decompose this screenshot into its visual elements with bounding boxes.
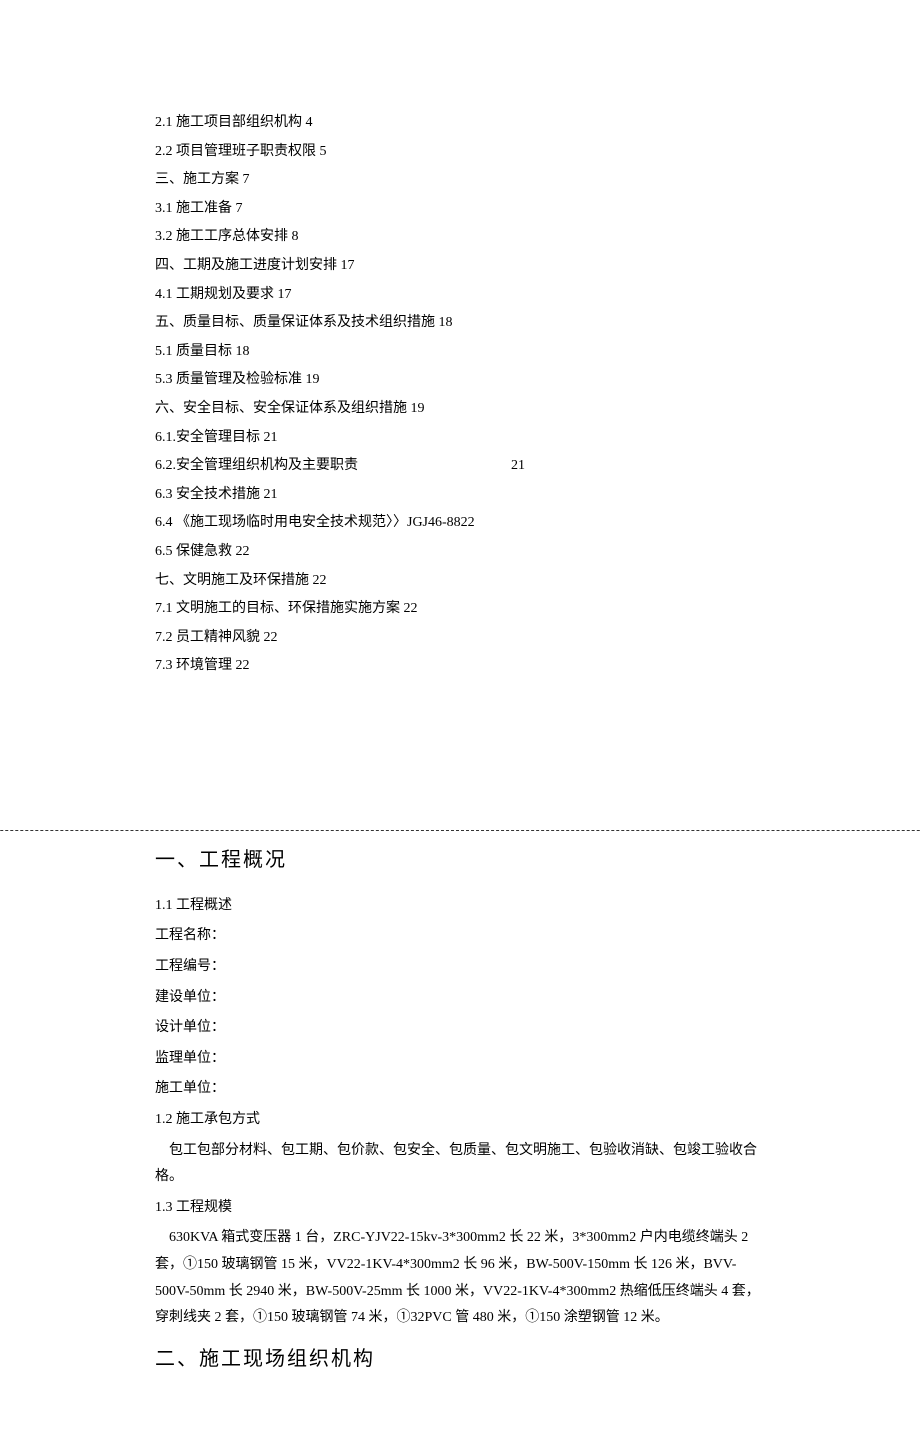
- field-project-number: 工程编号：: [155, 954, 765, 981]
- field-construction-unit: 建设单位：: [155, 985, 765, 1012]
- toc-item: 7.1 文明施工的目标、环保措施实施方案 22: [155, 596, 765, 623]
- toc-item: 5.3 质量管理及检验标准 19: [155, 367, 765, 394]
- toc-item: 6.5 保健急救 22: [155, 539, 765, 566]
- toc-item: 3.1 施工准备 7: [155, 196, 765, 223]
- toc-item: 七、文明施工及环保措施 22: [155, 568, 765, 595]
- toc-item: 7.3 环境管理 22: [155, 653, 765, 680]
- toc-item: 2.1 施工项目部组织机构 4: [155, 110, 765, 137]
- toc-item: 5.1 质量目标 18: [155, 339, 765, 366]
- toc-item: 三、施工方案 7: [155, 167, 765, 194]
- toc-text: 6.2.安全管理组织机构及主要职责: [155, 453, 358, 480]
- page-divider: [0, 830, 920, 831]
- toc-page: 21: [511, 453, 525, 480]
- toc-item: 6.3 安全技术措施 21: [155, 482, 765, 509]
- subsection-1-2-body: 包工包部分材料、包工期、包价款、包安全、包质量、包文明施工、包验收消缺、包竣工验…: [155, 1138, 765, 1191]
- toc-item: 6.2.安全管理组织机构及主要职责 21: [155, 453, 765, 480]
- field-contractor-unit: 施工单位：: [155, 1076, 765, 1103]
- field-supervision-unit: 监理单位：: [155, 1046, 765, 1073]
- toc-item: 3.2 施工工序总体安排 8: [155, 224, 765, 251]
- toc-item: 2.2 项目管理班子职责权限 5: [155, 139, 765, 166]
- field-project-name: 工程名称：: [155, 923, 765, 950]
- toc-list: 2.1 施工项目部组织机构 4 2.2 项目管理班子职责权限 5 三、施工方案 …: [155, 110, 765, 680]
- toc-item: 四、工期及施工进度计划安排 17: [155, 253, 765, 280]
- toc-item: 6.4 《施工现场临时用电安全技术规范〉〉JGJ46-8822: [155, 510, 765, 537]
- field-design-unit: 设计单位：: [155, 1015, 765, 1042]
- subsection-1-3-body: 630KVA 箱式变压器 1 台，ZRC-YJV22-15kv-3*300mm2…: [155, 1225, 765, 1331]
- toc-item: 7.2 员工精神风貌 22: [155, 625, 765, 652]
- subsection-1-2-title: 1.2 施工承包方式: [155, 1107, 765, 1134]
- toc-item: 6.1.安全管理目标 21: [155, 425, 765, 452]
- subsection-1-3-title: 1.3 工程规模: [155, 1195, 765, 1222]
- subsection-1-1-title: 1.1 工程概述: [155, 893, 765, 920]
- section-2-heading: 二、施工现场组织机构: [155, 1340, 765, 1378]
- toc-item: 六、安全目标、安全保证体系及组织措施 19: [155, 396, 765, 423]
- toc-item: 五、质量目标、质量保证体系及技术组织措施 18: [155, 310, 765, 337]
- section-1-heading: 一、工程概况: [155, 841, 765, 879]
- toc-item: 4.1 工期规划及要求 17: [155, 282, 765, 309]
